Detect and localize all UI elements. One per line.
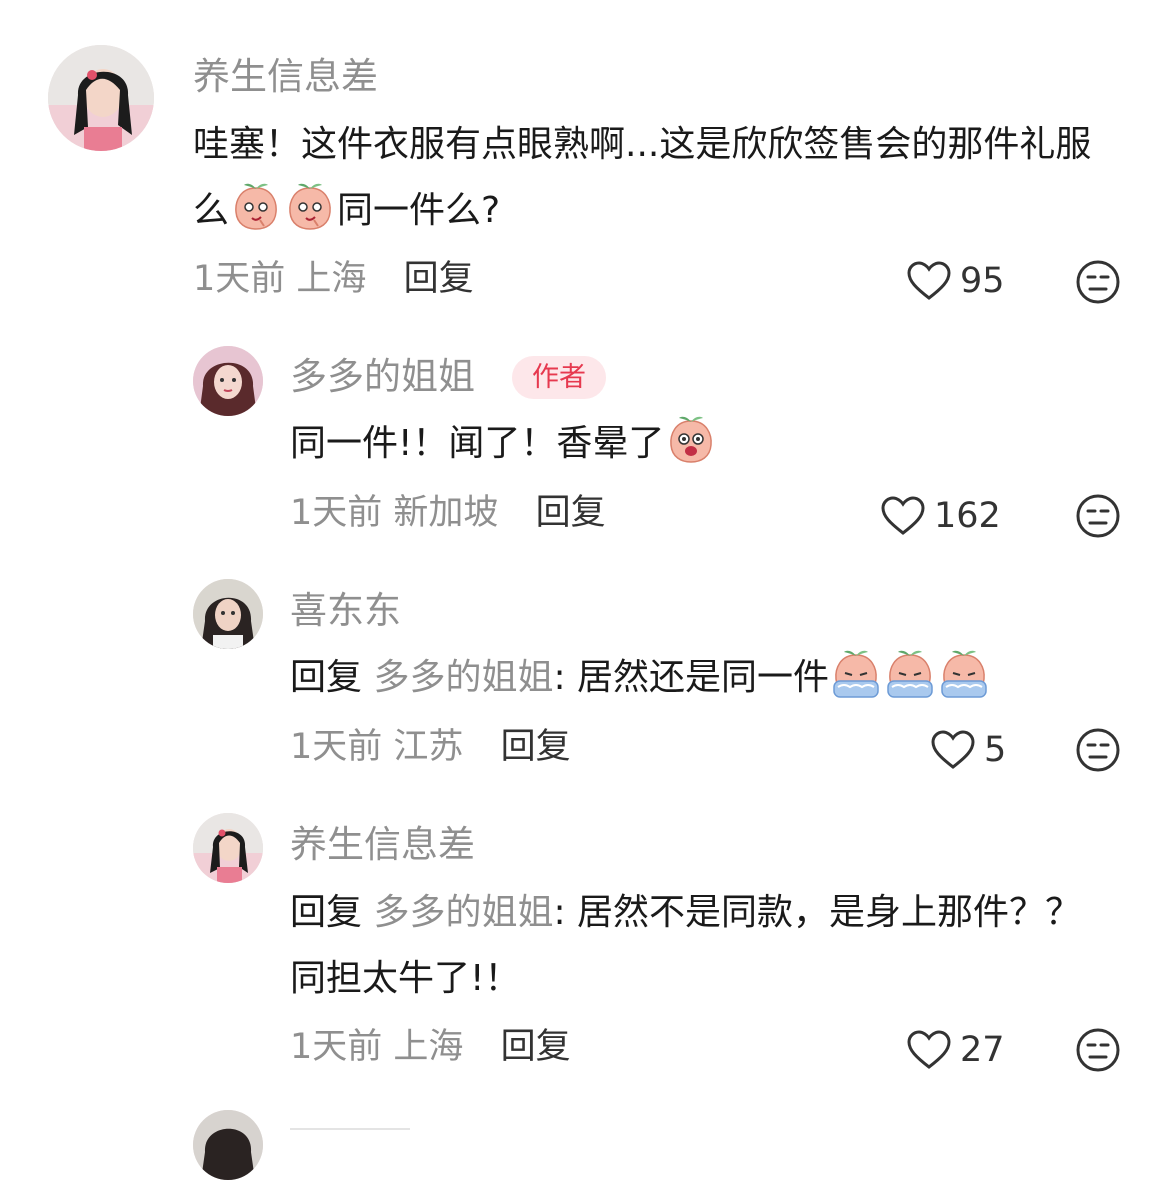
heart-outline-icon (906, 1029, 952, 1071)
avatar[interactable] (193, 813, 263, 883)
timestamp: 1天前 (290, 727, 383, 767)
heart-outline-icon (906, 260, 952, 302)
reply-button[interactable]: 回复 (404, 259, 474, 299)
peach-crying-emoji (884, 647, 936, 699)
location: 新加坡 (393, 493, 499, 533)
heart-outline-icon (880, 495, 926, 537)
neutral-face-icon[interactable] (1075, 1027, 1121, 1073)
comment-text: 回复 多多的姐姐: 居然不是同款，是身上那件？？同担太牛了!！ (290, 880, 1090, 1012)
neutral-face-icon[interactable] (1075, 259, 1121, 305)
reply-target-username[interactable]: 多多的姐姐 (373, 657, 553, 698)
comment-meta: 1天前 江苏 回复 (290, 730, 571, 765)
comment-meta: 1天前 上海 回复 (290, 1030, 571, 1065)
reply-prefix: 回复 (290, 657, 363, 698)
avatar[interactable] (193, 346, 263, 416)
timestamp: 1天前 (290, 1027, 383, 1067)
comment-item: 养生信息差 哇塞！这件衣服有点眼熟啊...这是欣欣签售会的那件礼服么 同一件么? … (0, 0, 1170, 320)
username[interactable]: 养生信息差 (193, 58, 378, 95)
reply-button[interactable]: 回复 (536, 493, 606, 533)
peach-smirk-emoji (284, 180, 336, 232)
reply-target-username[interactable]: 多多的姐姐 (373, 892, 553, 933)
avatar[interactable] (193, 1110, 263, 1180)
author-badge: 作者 (512, 356, 606, 399)
location: 上海 (393, 1027, 464, 1067)
like-count: 162 (934, 495, 1001, 536)
peach-shocked-emoji (665, 413, 717, 465)
comment-text-main: : 居然还是同一件 (553, 657, 830, 698)
like-button[interactable]: 95 (906, 260, 1005, 302)
username-partial (290, 1122, 420, 1130)
reply-button[interactable]: 回复 (501, 1027, 571, 1067)
neutral-face-icon[interactable] (1075, 727, 1121, 773)
location: 江苏 (393, 727, 464, 767)
peach-crying-emoji (830, 647, 882, 699)
username[interactable]: 喜东东 (290, 592, 401, 629)
username[interactable]: 多多的姐姐 (290, 358, 475, 395)
timestamp: 1天前 (193, 259, 286, 299)
comment-meta: 1天前 新加坡 回复 (290, 496, 606, 531)
like-count: 95 (960, 260, 1005, 301)
comment-text-main: 同一件!！闻了！香晕了 (290, 423, 665, 464)
comment-text-tail: 同一件么? (337, 190, 501, 231)
like-button[interactable]: 5 (930, 729, 1006, 771)
username[interactable]: 养生信息差 (290, 826, 475, 863)
like-button[interactable]: 162 (880, 495, 1001, 537)
neutral-face-icon[interactable] (1075, 493, 1121, 539)
comment-meta: 1天前 上海 回复 (193, 262, 474, 297)
avatar[interactable] (193, 579, 263, 649)
reply-prefix: 回复 (290, 892, 363, 933)
like-count: 27 (960, 1029, 1005, 1070)
like-count: 5 (984, 729, 1007, 770)
heart-outline-icon (930, 729, 976, 771)
like-button[interactable]: 27 (906, 1029, 1005, 1071)
timestamp: 1天前 (290, 493, 383, 533)
comment-text: 回复 多多的姐姐: 居然还是同一件 (290, 645, 1120, 711)
peach-crying-emoji (938, 647, 990, 699)
comment-text: 哇塞！这件衣服有点眼熟啊...这是欣欣签售会的那件礼服么 同一件么? (193, 112, 1123, 244)
comment-text: 同一件!！闻了！香晕了 (290, 411, 1120, 477)
avatar[interactable] (48, 45, 154, 151)
peach-smirk-emoji (230, 180, 282, 232)
reply-button[interactable]: 回复 (501, 727, 571, 767)
location: 上海 (296, 259, 367, 299)
